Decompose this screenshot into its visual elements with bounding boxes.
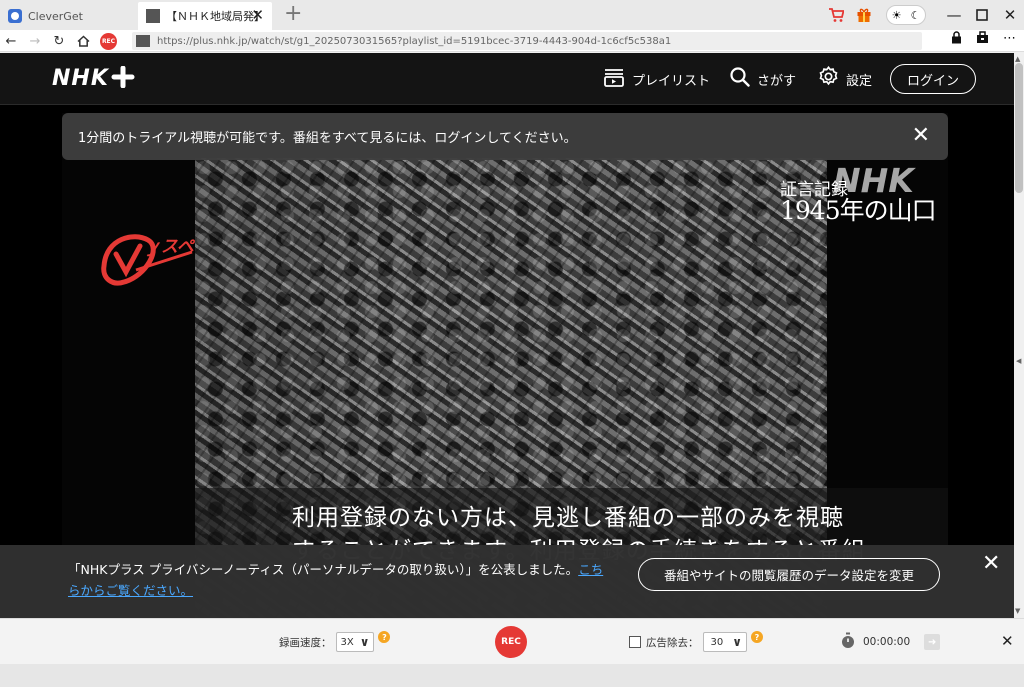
scroll-down-icon[interactable]: ▼ (1015, 607, 1020, 615)
nav-settings-label: 設定 (846, 73, 873, 89)
site-header: NHK プレイリスト さがす 設定 ログイン (0, 53, 1014, 105)
theme-toggle[interactable]: ☀ ☾ (886, 5, 926, 25)
page-scrollbar[interactable]: ▲ ◀ ▼ (1014, 53, 1024, 618)
bottom-status-strip (0, 664, 1024, 687)
site-favicon-icon (136, 35, 150, 47)
minimize-icon[interactable]: — (943, 4, 965, 26)
url-field[interactable]: https://plus.nhk.jp/watch/st/g1_20250730… (132, 32, 922, 50)
timer-group: 00:00:00 ➜ (840, 619, 941, 665)
tab-title: 【ＮＨＫ地域局発】 (166, 10, 265, 23)
nav-search[interactable]: さがす (730, 53, 796, 105)
nav-playlist-label: プレイリスト (632, 73, 711, 89)
sun-icon: ☀ (891, 8, 902, 22)
gear-icon (818, 65, 839, 92)
window-close-icon[interactable]: ✕ (999, 4, 1021, 26)
recording-speed-select[interactable]: 3X ∨ (335, 632, 375, 652)
privacy-notice-close-icon[interactable]: ✕ (982, 551, 1000, 576)
help-icon[interactable]: ? (750, 631, 763, 643)
privacy-notice-bar: 「NHKプラス プライバシーノーティス（パーソナルデータの取り扱い）」を公表しま… (0, 545, 1014, 618)
ad-removal-group: 広告除去： 30 ∨ ? (629, 619, 763, 665)
history-data-settings-button[interactable]: 番組やサイトの閲覧履歴のデータ設定を変更 (638, 558, 940, 591)
ad-removal-select[interactable]: 30 ∨ (702, 632, 747, 652)
forward-arrow-icon[interactable]: → (26, 32, 44, 50)
help-icon[interactable]: ? (378, 631, 391, 643)
window-controls: ☀ ☾ — ✕ (822, 0, 1024, 30)
nav-settings[interactable]: 設定 (818, 53, 872, 105)
lock-icon[interactable] (951, 31, 962, 48)
trial-banner-close-icon[interactable]: ✕ (912, 124, 930, 148)
plus-logo-icon (111, 65, 135, 91)
scrollbar-thumb[interactable] (1015, 63, 1023, 193)
tab-strip: CleverGet 【ＮＨＫ地域局発】 ✕ + ☀ ☾ — ✕ (0, 0, 1024, 30)
maximize-icon[interactable] (971, 4, 993, 26)
recording-speed-value: 3X (340, 636, 354, 648)
cart-icon[interactable] (825, 4, 847, 26)
tab-nhk[interactable]: 【ＮＨＫ地域局発】 ✕ (138, 2, 272, 30)
search-icon (730, 66, 750, 92)
privacy-notice-message: 「NHKプラス プライバシーノーティス（パーソナルデータの取り扱い）」を公表しま… (68, 562, 579, 577)
nav-playlist[interactable]: プレイリスト (603, 53, 710, 105)
recording-speed-label: 録画速度： (279, 636, 332, 649)
chevron-down-icon: ∨ (732, 635, 742, 649)
tab-close-icon[interactable]: ✕ (251, 8, 264, 23)
rec-button-small[interactable]: REC (100, 33, 117, 50)
login-button[interactable]: ログイン (890, 64, 976, 94)
nav-search-label: さがす (757, 73, 797, 89)
reload-icon[interactable]: ↻ (50, 32, 68, 50)
trial-banner: 1分間のトライアル視聴が可能です。番組をすべて見るには、ログインしてください。 … (62, 113, 948, 160)
home-icon[interactable] (74, 32, 92, 50)
ad-removal-value: 30 (710, 636, 724, 648)
address-bar-actions: ⋯ (951, 31, 1016, 48)
playlist-icon (603, 67, 625, 92)
recorder-close-icon[interactable]: ✕ (1001, 632, 1014, 650)
recording-timer: 00:00:00 (863, 636, 911, 648)
tab-title: CleverGet (28, 9, 83, 23)
trial-banner-text: 1分間のトライアル視聴が可能です。番組をすべて見るには、ログインしてください。 (78, 131, 577, 146)
ad-removal-label: 広告除去： (646, 636, 699, 649)
chevron-down-icon: ∨ (359, 635, 370, 649)
more-menu-icon[interactable]: ⋯ (1003, 31, 1016, 48)
ad-removal-checkbox[interactable] (629, 636, 641, 648)
recording-speed-group: 録画速度： 3X ∨ ? (279, 619, 391, 665)
nhk-favicon-icon (146, 9, 160, 23)
stopwatch-icon (840, 632, 856, 653)
cleverget-favicon-icon (8, 9, 22, 23)
caption-line-1: 利用登録のない方は、見逃し番組の一部のみを視聴 (292, 505, 844, 531)
moon-icon: ☾ (910, 8, 921, 22)
program-title-line2: 1945年の山口 (780, 196, 937, 225)
web-page: NHK プレイリスト さがす 設定 ログイン ｙスペ NHK 証言記録 1945… (0, 53, 1014, 618)
back-arrow-icon[interactable]: ← (2, 32, 20, 50)
new-tab-button[interactable]: + (284, 2, 302, 26)
nhk-plus-logo[interactable]: NHK (52, 65, 135, 91)
recorder-toolbar: 録画速度： 3X ∨ ? REC 広告除去： 30 ∨ ? 00:00:00 ➜… (0, 618, 1024, 664)
record-button[interactable]: REC (495, 626, 527, 658)
address-bar: ← → ↻ REC https://plus.nhk.jp/watch/st/g… (0, 30, 1024, 52)
extension-icon[interactable] (976, 31, 989, 48)
program-logo: ｙスペ！ (96, 226, 211, 294)
export-icon[interactable]: ➜ (924, 634, 941, 650)
tab-cleverget[interactable]: CleverGet (0, 2, 138, 30)
privacy-notice-text: 「NHKプラス プライバシーノーティス（パーソナルデータの取り扱い）」を公表しま… (68, 559, 608, 601)
scroll-up-icon[interactable]: ▲ (1015, 55, 1020, 63)
side-panel-toggle-icon[interactable]: ◀ (1016, 357, 1021, 365)
gift-icon[interactable] (853, 4, 875, 26)
url-text: https://plus.nhk.jp/watch/st/g1_20250730… (157, 35, 672, 47)
